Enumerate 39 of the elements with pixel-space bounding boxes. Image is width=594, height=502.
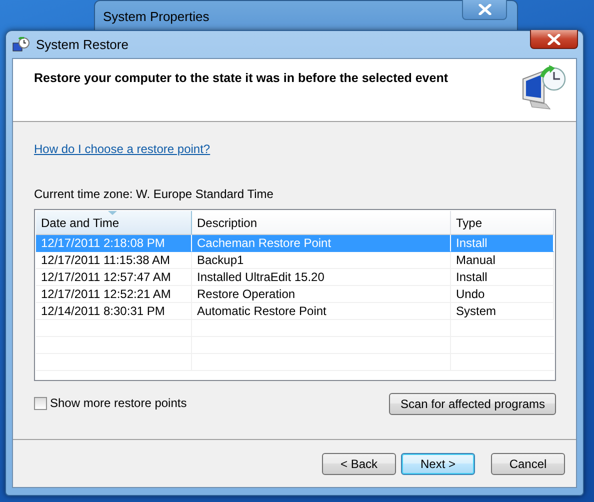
table-cell: 12/17/2011 11:15:38 AM: [36, 252, 192, 269]
window-title: System Restore: [36, 37, 128, 52]
table-row[interactable]: 12/17/2011 12:52:21 AM Restore Operation Undo: [36, 286, 554, 303]
table-cell: Automatic Restore Point: [192, 303, 451, 320]
table-cell: Backup1: [192, 252, 451, 269]
table-cell: 12/17/2011 2:18:08 PM: [36, 235, 192, 252]
scan-button[interactable]: Scan for affected programs: [389, 393, 556, 415]
close-button[interactable]: [530, 30, 578, 49]
table-cell: 12/17/2011 12:57:47 AM: [36, 269, 192, 286]
sort-arrow-icon: [108, 211, 117, 215]
window-title: System Properties: [103, 9, 210, 24]
restore-icon: [12, 36, 30, 52]
close-icon: [547, 34, 561, 44]
table-cell: Undo: [451, 286, 554, 303]
checkbox-label: Show more restore points: [50, 396, 187, 410]
table-cell: Install: [451, 269, 554, 286]
column-header[interactable]: Date and Time: [36, 211, 192, 235]
close-icon: [478, 4, 492, 15]
table-cell: Manual: [451, 252, 554, 269]
table-cell: 12/17/2011 12:52:21 AM: [36, 286, 192, 303]
table-cell: Cacheman Restore Point: [192, 235, 451, 252]
table-cell: 12/14/2011 8:30:31 PM: [36, 303, 192, 320]
close-button[interactable]: [462, 0, 507, 20]
table-cell: System: [451, 303, 554, 320]
table-row[interactable]: 12/17/2011 12:57:47 AM Installed UltraEdit 15.20 Install: [36, 269, 554, 286]
wizard-button[interactable]: < Back: [322, 452, 396, 474]
table-cell: Restore Operation: [192, 286, 451, 303]
table-cell: Installed UltraEdit 15.20: [192, 269, 451, 286]
column-header[interactable]: Type: [451, 211, 554, 235]
table-row[interactable]: 12/14/2011 8:30:31 PM Automatic Restore Point System: [36, 303, 554, 320]
wizard-button[interactable]: Next >: [401, 452, 475, 474]
table-cell: Install: [451, 235, 554, 252]
table-row[interactable]: 12/17/2011 11:15:38 AM Backup1 Manual: [36, 252, 554, 269]
time-zone-label: Current time zone: W. Europe Standard Time: [34, 187, 274, 201]
column-header[interactable]: Description: [192, 211, 451, 235]
wizard-button[interactable]: Cancel: [491, 452, 565, 474]
heading: Restore your computer to the state it was in before the selected event: [34, 71, 448, 87]
checkbox[interactable]: [34, 396, 47, 410]
help-link[interactable]: How do I choose a restore point?: [34, 142, 210, 156]
